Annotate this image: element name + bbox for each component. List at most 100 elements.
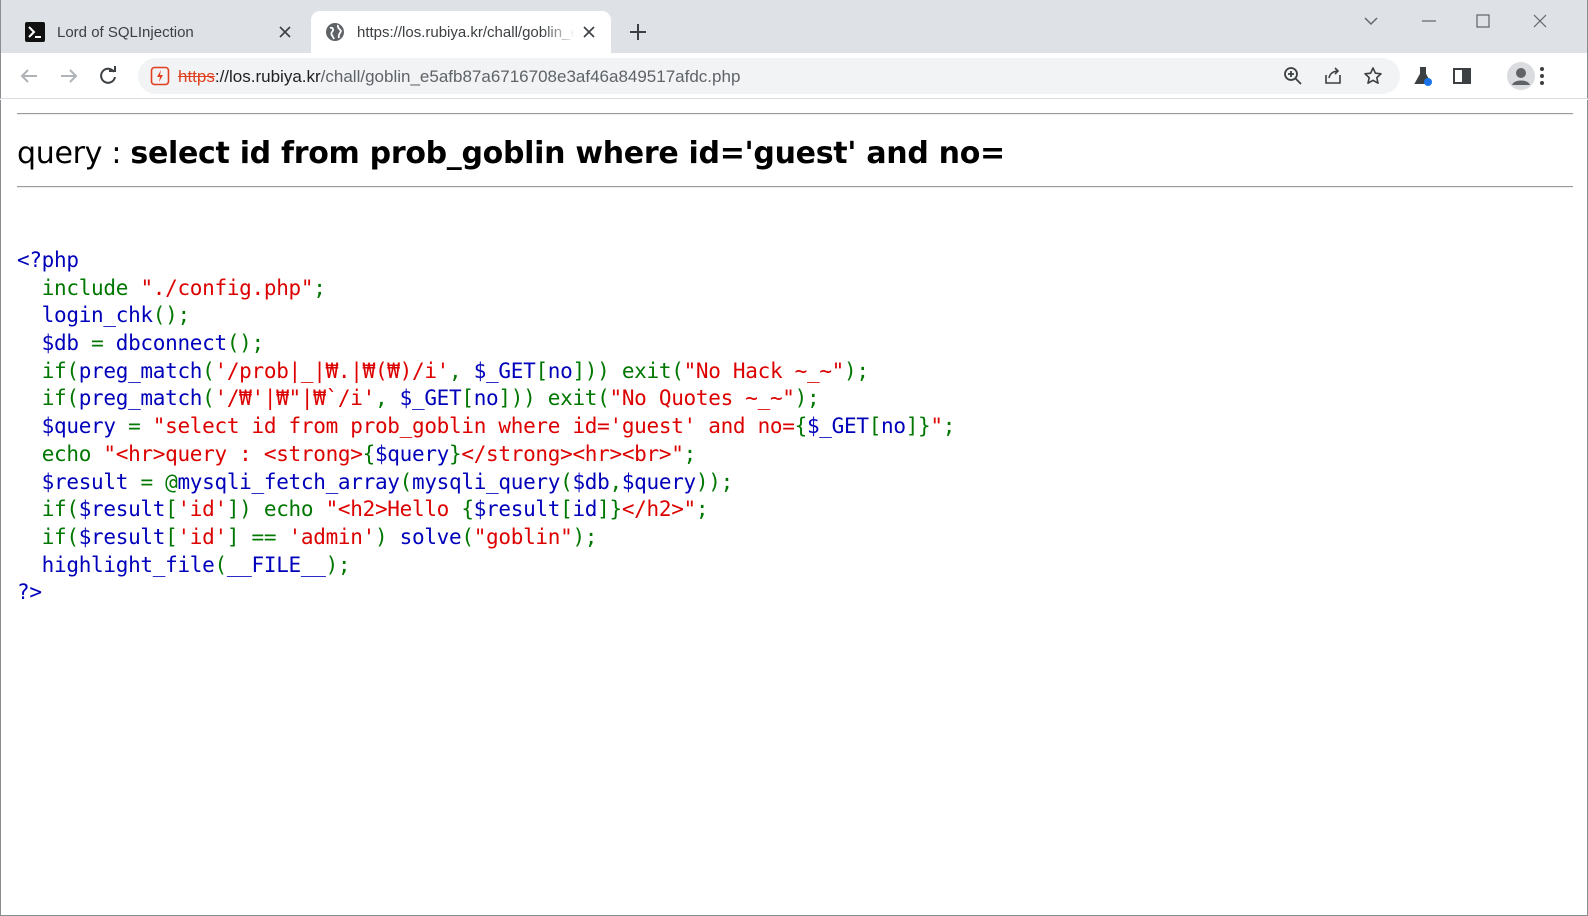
code-token: (: [399, 469, 413, 494]
code-token: __FILE__: [226, 552, 326, 577]
code-token: );: [572, 524, 598, 549]
code-token: "<h2>Hello: [325, 497, 462, 522]
code-token: dbconnect: [115, 331, 227, 356]
code-token: $result: [17, 469, 141, 494]
code-token: '/prob|_|₩.|₩(₩)/i': [214, 358, 450, 383]
query-display: query : select id from prob_goblin where…: [17, 136, 1005, 171]
code-line: if(preg_match('/prob|_|₩.|₩(₩)/i', $_GET…: [17, 358, 955, 386]
bookmark-star-icon[interactable]: [1363, 66, 1383, 86]
code-token: =: [91, 331, 116, 356]
code-token: solve: [399, 524, 462, 549]
code-token: $result: [473, 497, 561, 522]
code-token: ;: [313, 275, 326, 300]
zoom-icon[interactable]: [1283, 66, 1303, 86]
close-icon[interactable]: [581, 24, 597, 40]
code-token: ;: [683, 441, 697, 466]
code-token: highlight_file: [17, 552, 215, 577]
code-token: ] ==: [226, 524, 289, 549]
code-token: "select id from prob_goblin where id='gu…: [152, 414, 795, 439]
side-panel-icon[interactable]: [1451, 65, 1473, 87]
maximize-icon[interactable]: [1473, 11, 1493, 31]
page-content: query : select id from prob_goblin where…: [0, 100, 1588, 916]
code-token: mysqli_query: [412, 469, 561, 494]
url-scheme: https: [178, 67, 215, 86]
terminal-icon: [25, 22, 45, 42]
code-token: 'id': [177, 497, 227, 522]
tab-title: https://los.rubiya.kr/chall/goblin_e5afb…: [357, 23, 575, 41]
code-token: ,: [609, 469, 623, 494]
code-token: ])) exit(: [572, 358, 684, 383]
chevron-down-icon[interactable]: [1361, 11, 1381, 31]
tab-strip: Lord of SQLInjection https://los.rubiya.…: [0, 0, 1588, 53]
url-host: los.rubiya.kr: [229, 67, 321, 86]
code-token: = @: [140, 469, 178, 494]
code-token: [: [560, 497, 573, 522]
code-token: {: [362, 441, 376, 466]
code-token: no: [473, 386, 499, 411]
code-token: mysqli_fetch_array: [177, 469, 400, 494]
code-line: ?>: [17, 579, 955, 607]
code-token: $_GET: [473, 358, 536, 383]
code-token: [: [461, 386, 474, 411]
code-token: ?>: [17, 580, 42, 605]
code-token: $db: [17, 331, 92, 356]
code-token: login_chk: [17, 303, 153, 328]
code-token: $query: [621, 469, 696, 494]
browser-toolbar: https://los.rubiya.kr/chall/goblin_e5afb…: [0, 53, 1588, 99]
code-token: =: [128, 414, 153, 439]
more-vertical-icon[interactable]: [1531, 65, 1553, 87]
code-token: (: [202, 386, 215, 411]
close-icon[interactable]: [277, 24, 293, 40]
url-separator: ://: [214, 67, 230, 86]
code-token: "No Hack ~_~": [683, 358, 845, 383]
code-token: $db: [572, 469, 610, 494]
code-token: ();: [152, 303, 190, 328]
code-token: if(: [41, 524, 79, 549]
code-token: 'admin': [288, 524, 376, 549]
reload-icon[interactable]: [97, 65, 119, 87]
extensions-flask-icon[interactable]: [1412, 65, 1434, 87]
code-token: id: [572, 497, 598, 522]
code-token: if(: [41, 386, 79, 411]
code-token: ;: [942, 414, 956, 439]
code-token: $result: [78, 497, 166, 522]
code-token: $result: [78, 524, 166, 549]
code-token: (: [214, 552, 228, 577]
tab-lord-of-sqlinjection[interactable]: Lord of SQLInjection: [11, 11, 307, 53]
horizontal-rule: [17, 186, 1573, 188]
code-token: preg_match: [78, 386, 203, 411]
code-line: if(preg_match('/₩'|₩"|₩`/i', $_GET[no]))…: [17, 385, 955, 413]
code-token: [: [165, 497, 178, 522]
forward-arrow-icon[interactable]: [58, 65, 80, 87]
address-bar[interactable]: https://los.rubiya.kr/chall/goblin_e5afb…: [138, 58, 1400, 94]
code-token: if(: [41, 497, 79, 522]
code-token: 'id': [177, 524, 227, 549]
code-line: login_chk();: [17, 302, 955, 330]
code-token: (: [560, 469, 573, 494]
code-token: $_GET: [806, 414, 869, 439]
code-token: <?php: [17, 248, 79, 272]
back-arrow-icon[interactable]: [18, 65, 40, 87]
address-url[interactable]: https://los.rubiya.kr/chall/goblin_e5afb…: [178, 67, 740, 87]
code-line: $result = @mysqli_fetch_array(mysqli_que…: [17, 469, 955, 497]
code-token: $_GET: [399, 386, 462, 411]
query-label: query :: [17, 136, 131, 171]
window-close-icon[interactable]: [1530, 11, 1550, 31]
code-token: );: [325, 552, 351, 577]
minimize-icon[interactable]: [1419, 11, 1439, 31]
code-token: '/₩'|₩"|₩`/i': [214, 386, 376, 411]
code-token: {: [794, 414, 808, 439]
new-tab-icon[interactable]: [627, 21, 649, 43]
code-token: echo: [41, 441, 104, 466]
tab-goblin[interactable]: https://los.rubiya.kr/chall/goblin_e5afb…: [311, 11, 611, 53]
query-text: select id from prob_goblin where id='gue…: [130, 136, 1005, 171]
code-token: </h2>": [621, 497, 696, 522]
code-line: if($result['id']) echo "<h2>Hello {$resu…: [17, 496, 955, 524]
code-line: highlight_file(__FILE__);: [17, 552, 955, 580]
share-icon[interactable]: [1323, 66, 1343, 86]
not-secure-icon[interactable]: [150, 66, 170, 86]
